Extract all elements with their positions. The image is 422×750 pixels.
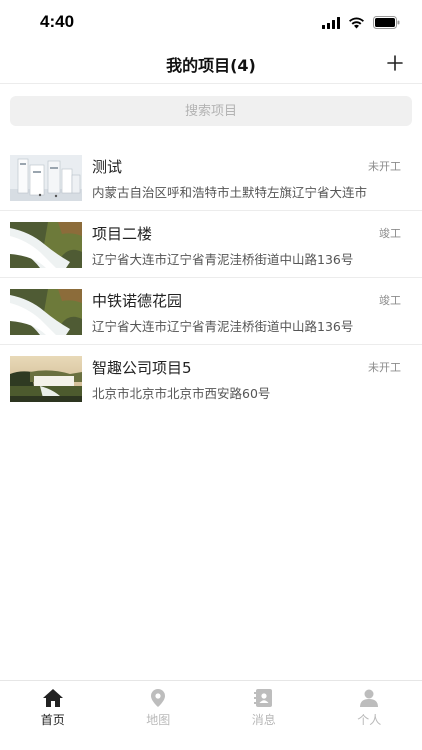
project-thumbnail <box>10 222 82 268</box>
contacts-icon <box>253 689 272 707</box>
project-thumbnail <box>10 155 82 201</box>
signal-icon <box>322 14 340 33</box>
project-address: 辽宁省大连市辽宁省青泥洼桥街道中山路136号 <box>92 319 354 334</box>
project-address: 北京市北京市北京市西安路60号 <box>92 386 271 401</box>
project-item[interactable]: 测试 未开工 内蒙古自治区呼和浩特市土默特左旗辽宁省大连市 <box>0 144 422 211</box>
plus-icon <box>387 55 403 71</box>
location-pin-icon <box>151 689 166 707</box>
status-bar: 4:40 <box>0 0 422 44</box>
nav-bar: 我的项目(4) <box>0 44 422 84</box>
project-list: 测试 未开工 内蒙古自治区呼和浩特市土默特左旗辽宁省大连市 项目二楼 竣工 辽宁… <box>0 144 422 412</box>
page-title: 我的项目(4) <box>166 56 256 75</box>
project-item[interactable]: 智趣公司项目5 未开工 北京市北京市北京市西安路60号 <box>0 345 422 412</box>
add-project-button[interactable] <box>382 50 408 76</box>
search-input[interactable] <box>10 96 412 126</box>
project-item[interactable]: 中铁诺德花园 竣工 辽宁省大连市辽宁省青泥洼桥街道中山路136号 <box>0 278 422 345</box>
project-item[interactable]: 项目二楼 竣工 辽宁省大连市辽宁省青泥洼桥街道中山路136号 <box>0 211 422 278</box>
project-name: 测试 <box>92 158 123 176</box>
project-name: 智趣公司项目5 <box>92 359 192 377</box>
project-address: 辽宁省大连市辽宁省青泥洼桥街道中山路136号 <box>92 252 354 267</box>
home-icon <box>42 689 63 707</box>
project-status: 未开工 <box>368 160 401 173</box>
search-bar <box>10 96 412 126</box>
wifi-icon <box>348 14 365 33</box>
project-status: 竣工 <box>379 227 401 240</box>
tab-profile[interactable]: 个人 <box>317 681 422 750</box>
status-icons <box>322 14 400 33</box>
battery-icon <box>373 14 400 33</box>
project-address: 内蒙古自治区呼和浩特市土默特左旗辽宁省大连市 <box>92 185 368 200</box>
tab-map[interactable]: 地图 <box>106 681 212 750</box>
project-name: 中铁诺德花园 <box>92 292 183 310</box>
project-thumbnail <box>10 356 82 402</box>
person-icon <box>360 689 379 707</box>
tab-bar: 首页 地图 消息 个人 <box>0 680 422 750</box>
tab-label: 消息 <box>251 713 276 727</box>
status-time: 4:40 <box>40 12 75 31</box>
project-status: 未开工 <box>368 361 401 374</box>
tab-label: 首页 <box>40 713 65 727</box>
tab-label: 地图 <box>146 713 171 727</box>
tab-messages[interactable]: 消息 <box>211 681 317 750</box>
tab-label: 个人 <box>357 713 382 727</box>
project-status: 竣工 <box>379 294 401 307</box>
tab-home[interactable]: 首页 <box>0 681 106 750</box>
project-name: 项目二楼 <box>92 225 153 243</box>
project-thumbnail <box>10 289 82 335</box>
